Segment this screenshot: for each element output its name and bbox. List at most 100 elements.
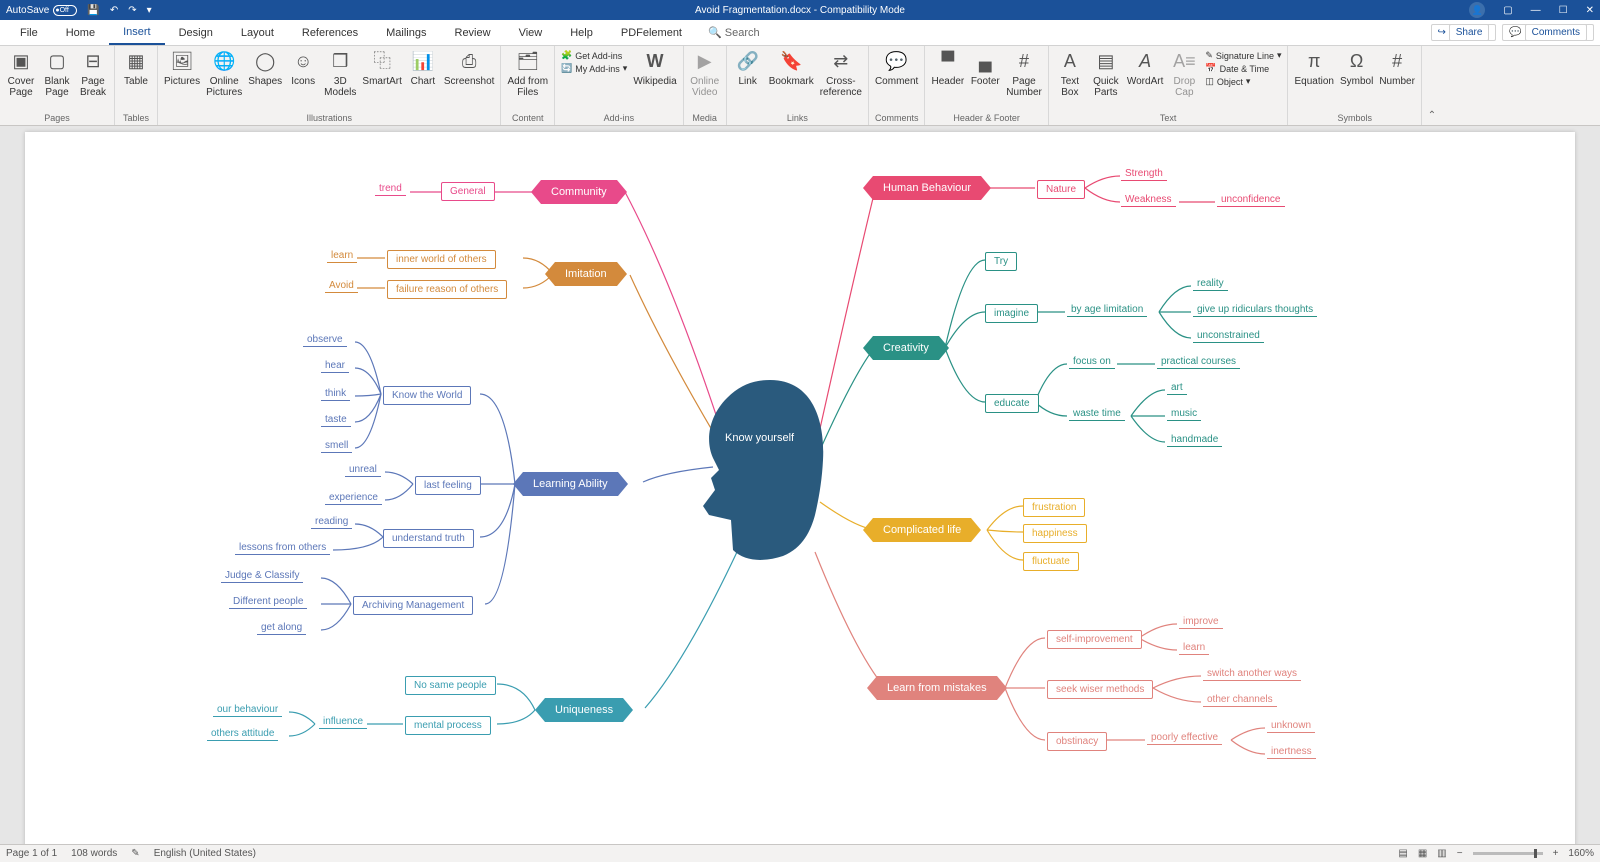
shapes-button[interactable]: ◯Shapes bbox=[248, 50, 282, 87]
node-imagine: imagine bbox=[985, 304, 1038, 323]
spellcheck-icon[interactable]: ✎ bbox=[131, 848, 139, 859]
chart-button[interactable]: 📊Chart bbox=[408, 50, 438, 87]
cover-page-button[interactable]: ▣CoverPage bbox=[6, 50, 36, 98]
online-video-button[interactable]: ▶OnlineVideo bbox=[690, 50, 720, 98]
bookmark-button[interactable]: 🔖Bookmark bbox=[769, 50, 814, 87]
my-addins-button[interactable]: 🔄My Add-ins ▾ bbox=[561, 63, 627, 74]
maximize-icon[interactable]: ☐ bbox=[1559, 5, 1568, 16]
quick-parts-button[interactable]: ▤QuickParts bbox=[1091, 50, 1121, 98]
drop-cap-button[interactable]: A≡DropCap bbox=[1169, 50, 1199, 98]
3d-models-button[interactable]: ❒3DModels bbox=[324, 50, 356, 98]
online-pictures-button[interactable]: 🌐OnlinePictures bbox=[206, 50, 242, 98]
node-channels: other channels bbox=[1203, 694, 1277, 707]
node-art: art bbox=[1167, 382, 1187, 395]
signature-line-button[interactable]: ✎Signature Line ▾ bbox=[1205, 50, 1281, 61]
smartart-button[interactable]: ⿻SmartArt bbox=[362, 50, 401, 87]
node-learn2: learn bbox=[1179, 642, 1209, 655]
page-break-button[interactable]: ⊟PageBreak bbox=[78, 50, 108, 98]
add-from-files-button[interactable]: 🗂Add fromFiles bbox=[507, 50, 548, 98]
group-addins: 🧩Get Add-ins 🔄My Add-ins ▾ WWikipedia Ad… bbox=[555, 46, 684, 125]
zoom-slider[interactable] bbox=[1473, 852, 1543, 855]
get-addins-button[interactable]: 🧩Get Add-ins bbox=[561, 50, 627, 61]
titlebar: AutoSave ● Off 💾 ↶ ↷ ▾ Avoid Fragmentati… bbox=[0, 0, 1600, 20]
view-read-icon[interactable]: ▤ bbox=[1398, 848, 1407, 859]
autosave-toggle[interactable]: AutoSave ● Off bbox=[6, 5, 77, 16]
node-strength: Strength bbox=[1121, 168, 1167, 181]
minimize-icon[interactable]: — bbox=[1531, 5, 1541, 16]
tab-view[interactable]: View bbox=[505, 20, 557, 45]
equation-icon: π bbox=[1302, 50, 1326, 74]
document-area[interactable]: Know yourself Community General trend Im… bbox=[0, 126, 1600, 844]
node-judge: Judge & Classify bbox=[221, 570, 303, 583]
header-button[interactable]: ▀Header bbox=[931, 50, 964, 87]
save-icon[interactable]: 💾 bbox=[87, 5, 99, 16]
cross-reference-button[interactable]: ⇄Cross-reference bbox=[820, 50, 862, 98]
pictures-button[interactable]: 🖼Pictures bbox=[164, 50, 200, 87]
tab-file[interactable]: File bbox=[6, 20, 52, 45]
node-weakness: Weakness bbox=[1121, 194, 1176, 207]
share-button[interactable]: ↪ Share bbox=[1431, 24, 1497, 41]
link-button[interactable]: 🔗Link bbox=[733, 50, 763, 87]
table-button[interactable]: ▦Table bbox=[121, 50, 151, 87]
tab-pdfelement[interactable]: PDFelement bbox=[607, 20, 696, 45]
tab-home[interactable]: Home bbox=[52, 20, 109, 45]
cover-page-icon: ▣ bbox=[9, 50, 33, 74]
node-practical: practical courses bbox=[1157, 356, 1240, 369]
date-time-button[interactable]: 📅Date & Time bbox=[1205, 63, 1281, 74]
text-box-button[interactable]: ATextBox bbox=[1055, 50, 1085, 98]
redo-icon[interactable]: ↷ bbox=[128, 5, 136, 16]
view-print-icon[interactable]: ▦ bbox=[1418, 848, 1427, 859]
tab-references[interactable]: References bbox=[288, 20, 372, 45]
collapse-ribbon-button[interactable]: ⌃ bbox=[1422, 46, 1442, 125]
group-header-footer: ▀Header ▄Footer #PageNumber Header & Foo… bbox=[925, 46, 1048, 125]
blank-page-button[interactable]: ▢BlankPage bbox=[42, 50, 72, 98]
user-avatar-icon[interactable]: 👤 bbox=[1469, 2, 1485, 18]
close-icon[interactable]: ✕ bbox=[1586, 5, 1594, 16]
group-label: Header & Footer bbox=[931, 113, 1041, 125]
autosave-label: AutoSave bbox=[6, 5, 49, 16]
comment-button[interactable]: 💬Comment bbox=[875, 50, 918, 87]
tab-layout[interactable]: Layout bbox=[227, 20, 288, 45]
zoom-in-button[interactable]: + bbox=[1553, 848, 1559, 859]
tab-review[interactable]: Review bbox=[441, 20, 505, 45]
object-button[interactable]: ◫Object ▾ bbox=[1205, 76, 1281, 87]
node-obstinacy: obstinacy bbox=[1047, 732, 1107, 751]
icons-button[interactable]: ☺Icons bbox=[288, 50, 318, 87]
status-language[interactable]: English (United States) bbox=[154, 848, 256, 859]
status-words[interactable]: 108 words bbox=[71, 848, 117, 859]
toggle-off-icon[interactable]: ● Off bbox=[53, 5, 77, 16]
qat-more-icon[interactable]: ▾ bbox=[147, 5, 152, 16]
zoom-out-button[interactable]: − bbox=[1457, 848, 1463, 859]
node-taste: taste bbox=[321, 414, 351, 427]
icons-icon: ☺ bbox=[291, 50, 315, 74]
footer-button[interactable]: ▄Footer bbox=[970, 50, 1000, 87]
status-page[interactable]: Page 1 of 1 bbox=[6, 848, 57, 859]
node-experience: experience bbox=[325, 492, 382, 505]
tab-insert[interactable]: Insert bbox=[109, 20, 165, 45]
zoom-level[interactable]: 160% bbox=[1568, 848, 1594, 859]
tab-design[interactable]: Design bbox=[165, 20, 227, 45]
undo-icon[interactable]: ↶ bbox=[110, 5, 118, 16]
screenshot-button[interactable]: ⎙Screenshot bbox=[444, 50, 495, 87]
wikipedia-button[interactable]: WWikipedia bbox=[633, 50, 676, 87]
node-hear: hear bbox=[321, 360, 349, 373]
symbol-button[interactable]: ΩSymbol bbox=[1340, 50, 1373, 87]
group-label: Text bbox=[1055, 113, 1282, 125]
node-unconfidence: unconfidence bbox=[1217, 194, 1285, 207]
wikipedia-icon: W bbox=[643, 50, 667, 74]
search-button[interactable]: 🔍 Search bbox=[708, 26, 760, 39]
page-number-button[interactable]: #PageNumber bbox=[1006, 50, 1042, 98]
header-icon: ▀ bbox=[936, 50, 960, 74]
node-unreal: unreal bbox=[345, 464, 381, 477]
equation-button[interactable]: πEquation bbox=[1294, 50, 1333, 87]
comments-button[interactable]: 💬 Comments bbox=[1502, 24, 1594, 41]
ribbon-options-icon[interactable]: ▢ bbox=[1503, 5, 1512, 16]
table-icon: ▦ bbox=[124, 50, 148, 74]
tab-help[interactable]: Help bbox=[556, 20, 607, 45]
view-web-icon[interactable]: ▥ bbox=[1437, 848, 1446, 859]
tab-mailings[interactable]: Mailings bbox=[372, 20, 440, 45]
wordart-button[interactable]: AWordArt bbox=[1127, 50, 1164, 87]
video-icon: ▶ bbox=[693, 50, 717, 74]
number-button[interactable]: #Number bbox=[1379, 50, 1415, 87]
datetime-icon: 📅 bbox=[1205, 63, 1216, 74]
